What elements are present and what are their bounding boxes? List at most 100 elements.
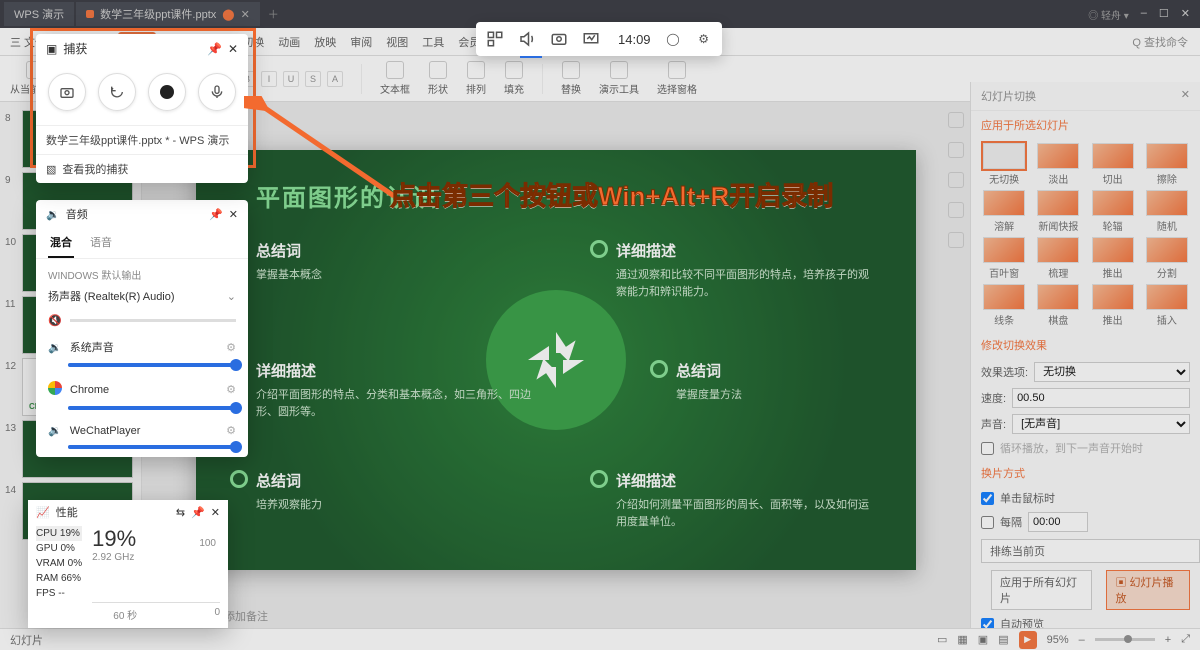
window-maximize[interactable]: ☐: [1159, 7, 1169, 22]
tab-slideshow[interactable]: 放映: [314, 34, 336, 50]
record-last-button[interactable]: [98, 73, 136, 111]
transition-棋盘[interactable]: 棋盘: [1033, 284, 1083, 327]
volume-slider[interactable]: [68, 363, 236, 367]
transition-百叶窗[interactable]: 百叶窗: [979, 237, 1029, 280]
gear-icon[interactable]: ⚙: [226, 424, 236, 437]
transition-淡出[interactable]: 淡出: [1033, 143, 1083, 186]
performance-icon[interactable]: [582, 30, 600, 48]
tool-arrange[interactable]: 排列: [466, 61, 486, 96]
audio-source[interactable]: 🔉WeChatPlayer⚙: [36, 418, 248, 443]
audio-icon[interactable]: [518, 30, 536, 48]
fit-icon[interactable]: ⤢: [1181, 633, 1190, 646]
tool-present[interactable]: 演示工具: [599, 61, 639, 96]
rail-icon[interactable]: [948, 202, 964, 218]
tab-mix[interactable]: 混合: [48, 228, 74, 258]
gear-icon[interactable]: ⚙: [226, 341, 236, 354]
transition-随机[interactable]: 随机: [1142, 190, 1192, 233]
volume-slider[interactable]: [68, 406, 236, 410]
new-tab-button[interactable]: ＋: [268, 6, 279, 22]
rail-icon[interactable]: [948, 142, 964, 158]
transition-无切换[interactable]: 无切换: [979, 143, 1029, 186]
capture-gallery-link[interactable]: ▧查看我的捕获: [36, 154, 248, 183]
settings-icon[interactable]: ⚙: [695, 30, 712, 48]
audio-source[interactable]: Chrome⚙: [36, 375, 248, 404]
rail-icon[interactable]: [948, 112, 964, 128]
view-normal-icon[interactable]: ▭: [937, 633, 947, 646]
file-tab[interactable]: 数学三年级ppt课件.pptx ⬤ ✕: [76, 2, 260, 26]
mute-icon[interactable]: 🔇: [48, 314, 62, 327]
zoom-in[interactable]: +: [1165, 634, 1171, 646]
tool-fill[interactable]: 填充: [504, 61, 524, 96]
widgets-icon[interactable]: [486, 30, 504, 48]
loop-checkbox[interactable]: [981, 442, 994, 455]
tool-replace[interactable]: 替换: [561, 61, 581, 96]
panel-close-icon[interactable]: ✕: [1181, 88, 1190, 104]
close-icon[interactable]: ✕: [211, 506, 220, 519]
onclick-checkbox[interactable]: [981, 492, 994, 505]
pin-icon[interactable]: 📌: [209, 208, 223, 221]
transition-新闻快报[interactable]: 新闻快报: [1033, 190, 1083, 233]
audio-panel[interactable]: 🔉 音频 📌 ✕ 混合 语音 WINDOWS 默认输出 扬声器 (Realtek…: [36, 200, 248, 457]
transition-插入[interactable]: 插入: [1142, 284, 1192, 327]
mic-button[interactable]: [198, 73, 236, 111]
tool-textbox[interactable]: 文本框: [380, 61, 410, 96]
rehearse-button[interactable]: 排练当前页: [981, 539, 1200, 563]
xbox-icon[interactable]: ◯: [665, 30, 682, 48]
transition-推出[interactable]: 推出: [1088, 237, 1138, 280]
search-box[interactable]: Q 查找命令: [1132, 34, 1188, 50]
apply-all-button[interactable]: 应用于所有幻灯片: [991, 570, 1092, 610]
rail-icon[interactable]: [948, 232, 964, 248]
view-notes-icon[interactable]: ▤: [998, 633, 1008, 646]
transition-线条[interactable]: 线条: [979, 284, 1029, 327]
tab-view[interactable]: 视图: [386, 34, 408, 50]
capture-icon[interactable]: [550, 30, 568, 48]
tab-close-icon[interactable]: ✕: [241, 8, 250, 21]
close-icon[interactable]: ✕: [228, 42, 238, 56]
transition-切出[interactable]: 切出: [1088, 143, 1138, 186]
tool-shapes[interactable]: 形状: [428, 61, 448, 96]
italic-button[interactable]: I: [261, 71, 277, 87]
audio-source[interactable]: 🔉系统声音⚙: [36, 333, 248, 361]
tab-animation[interactable]: 动画: [278, 34, 300, 50]
audio-device-row[interactable]: 扬声器 (Realtek(R) Audio) ⌄: [36, 284, 248, 312]
transition-轮辐[interactable]: 轮辐: [1088, 190, 1138, 233]
tab-review[interactable]: 审阅: [350, 34, 372, 50]
tab-voice[interactable]: 语音: [88, 228, 114, 258]
tool-selectpane[interactable]: 选择窗格: [657, 61, 697, 96]
every-input[interactable]: [1028, 512, 1088, 532]
options-icon[interactable]: ⇆: [176, 506, 185, 519]
speed-input[interactable]: [1012, 388, 1190, 408]
slideshow-button[interactable]: ▶: [1019, 631, 1037, 649]
transition-推出[interactable]: 推出: [1088, 284, 1138, 327]
play-transition-button[interactable]: ▣ 幻灯片播放: [1106, 570, 1190, 610]
performance-panel[interactable]: 📈 性能 ⇆ 📌 ✕ CPU 19% GPU 0% VRAM 0% RAM 66…: [28, 500, 228, 628]
user-badge[interactable]: ◎ 轻舟 ▾: [1088, 7, 1129, 22]
volume-slider[interactable]: [68, 445, 236, 449]
transition-溶解[interactable]: 溶解: [979, 190, 1029, 233]
underline-button[interactable]: U: [283, 71, 299, 87]
sound-select[interactable]: [无声音]: [1012, 414, 1190, 434]
start-recording-button[interactable]: [148, 73, 186, 111]
chevron-down-icon[interactable]: ⌄: [227, 290, 236, 303]
screenshot-button[interactable]: [48, 73, 86, 111]
pin-icon[interactable]: 📌: [191, 506, 205, 519]
capture-panel[interactable]: ▣ 捕获 📌 ✕ 数学三年级ppt课件.pptx * - WPS 演示 ▧查看我…: [36, 34, 248, 183]
transition-梳理[interactable]: 梳理: [1033, 237, 1083, 280]
every-checkbox[interactable]: [981, 516, 994, 529]
window-minimize[interactable]: –: [1141, 7, 1147, 22]
zoom-value[interactable]: 95%: [1047, 634, 1069, 646]
window-close[interactable]: ✕: [1181, 7, 1190, 22]
transition-分割[interactable]: 分割: [1142, 237, 1192, 280]
effect-select[interactable]: 无切换: [1034, 362, 1190, 382]
tab-tools[interactable]: 工具: [422, 34, 444, 50]
gear-icon[interactable]: ⚙: [226, 383, 236, 396]
gamebar-toolbar[interactable]: 14:09 ◯ ⚙: [476, 22, 722, 56]
rail-icon[interactable]: [948, 172, 964, 188]
view-sorter-icon[interactable]: ▦: [957, 633, 967, 646]
zoom-out[interactable]: –: [1079, 634, 1085, 646]
fontcolor-button[interactable]: A: [327, 71, 343, 87]
strike-button[interactable]: S: [305, 71, 321, 87]
close-icon[interactable]: ✕: [229, 208, 238, 221]
view-reading-icon[interactable]: ▣: [978, 633, 988, 646]
pin-icon[interactable]: 📌: [207, 42, 222, 56]
